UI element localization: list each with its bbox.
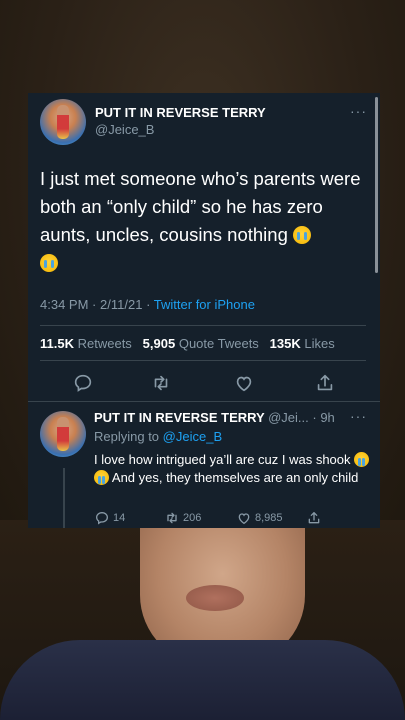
reply-body-1: I love how intrigued ya’ll are cuz I was… — [94, 452, 351, 467]
reply-name: PUT IT IN REVERSE TERRY — [94, 410, 265, 425]
display-name[interactable]: PUT IT IN REVERSE TERRY — [95, 105, 266, 120]
crying-face-icon — [293, 226, 311, 244]
reply-share-action[interactable] — [306, 510, 322, 526]
reply-icon[interactable] — [72, 372, 94, 394]
reply-count: 14 — [113, 512, 126, 524]
heart-icon — [238, 513, 250, 525]
likes-label: Likes — [304, 336, 335, 351]
reply-body-2: And yes, they themselves are an only chi… — [111, 470, 359, 485]
reply-reply-action[interactable]: 14 — [94, 510, 125, 526]
crying-face-icon — [40, 254, 58, 272]
divider — [40, 325, 366, 326]
tweet-source[interactable]: Twitter for iPhone — [154, 297, 255, 312]
likes-stat[interactable]: 135K Likes — [270, 336, 335, 351]
person-mouth — [186, 585, 244, 611]
quote-label: Quote Tweets — [178, 336, 259, 351]
tweet-actions — [28, 368, 380, 396]
tweet-text: I just met someone who’s parents were bo… — [40, 165, 370, 277]
tweet-date[interactable]: 2/11/21 — [100, 297, 142, 312]
retweet-count: 206 — [183, 512, 202, 524]
person-shirt — [0, 640, 405, 720]
replying-handle[interactable]: @Jeice_B — [163, 429, 222, 444]
reply-more-options-icon[interactable]: ··· — [350, 408, 367, 424]
reply-retweet-action[interactable]: 206 — [164, 510, 201, 526]
reply-like-action[interactable]: 8,985 — [236, 510, 283, 526]
retweets-stat[interactable]: 11.5K Retweets — [40, 336, 132, 351]
replying-to: Replying to @Jeice_B — [94, 429, 222, 444]
meta-separator: · — [146, 297, 151, 312]
user-handle[interactable]: @Jeice_B — [95, 122, 154, 137]
retweets-label: Retweets — [77, 336, 132, 351]
thread-line — [63, 468, 65, 528]
avatar[interactable] — [40, 99, 86, 145]
tweet-body: I just met someone who’s parents were bo… — [40, 168, 361, 245]
quote-count: 5,905 — [142, 336, 176, 351]
crying-face-icon — [354, 452, 370, 467]
more-options-icon[interactable]: ··· — [350, 103, 367, 119]
tweet-time[interactable]: 4:34 PM — [40, 297, 88, 312]
quotes-stat[interactable]: 5,905 Quote Tweets — [143, 336, 259, 351]
retweet-icon[interactable] — [150, 372, 172, 394]
divider — [28, 401, 380, 402]
divider — [40, 360, 366, 361]
tweet-card: PUT IT IN REVERSE TERRY @Jeice_B ··· I j… — [28, 93, 380, 528]
reply-avatar[interactable] — [40, 411, 86, 457]
tweet-meta: 4:34 PM · 2/11/21 · Twitter for iPhone — [40, 297, 255, 312]
reply-icon — [95, 511, 109, 525]
retweets-count: 11.5K — [40, 336, 74, 351]
tweet-stats: 11.5K Retweets 5,905 Quote Tweets 135K L… — [40, 336, 335, 351]
reply-text: I love how intrigued ya’ll are cuz I was… — [94, 451, 370, 487]
crying-face-icon — [94, 470, 109, 485]
likes-count: 135K — [269, 336, 301, 351]
meta-separator: · — [92, 297, 97, 312]
scrollbar[interactable] — [375, 97, 378, 273]
like-count: 8,985 — [255, 512, 283, 524]
share-icon[interactable] — [314, 372, 336, 394]
heart-icon[interactable] — [233, 372, 255, 394]
reply-handle-time: @Jei... · 9h — [268, 410, 335, 425]
retweet-icon — [167, 512, 177, 524]
replying-prefix: Replying to — [94, 429, 160, 444]
reply-display-name[interactable]: PUT IT IN REVERSE TERRY @Jei... · 9h — [94, 410, 335, 425]
share-icon — [308, 511, 320, 524]
reply-actions: 14 206 8,985 — [94, 510, 374, 528]
